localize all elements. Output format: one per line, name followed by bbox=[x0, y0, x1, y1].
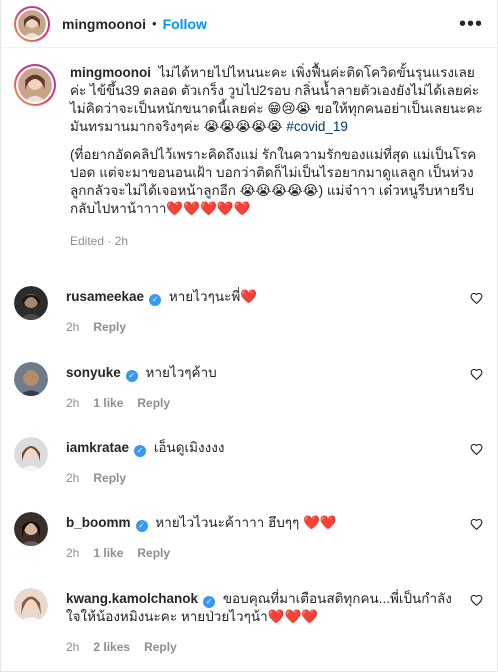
verified-badge-icon: ✓ bbox=[135, 520, 148, 532]
comment-item: iamkratae ✓ เอ็นดูเมิงงงง 2h Reply bbox=[1, 437, 497, 487]
comment-text: หายไวไวนะค้าาาา ฮึบๆๆ ❤️❤️ bbox=[155, 515, 337, 530]
comment-time: 2h bbox=[66, 546, 80, 560]
comment-time: 2h bbox=[66, 471, 80, 485]
like-heart-icon[interactable] bbox=[470, 292, 483, 305]
likes-count[interactable]: 1 like bbox=[93, 394, 123, 412]
header-separator: • bbox=[152, 16, 157, 31]
commenter-avatar[interactable] bbox=[14, 512, 48, 546]
more-options-icon[interactable]: ••• bbox=[459, 14, 483, 34]
commenter-avatar[interactable] bbox=[14, 588, 48, 622]
reply-button[interactable]: Reply bbox=[137, 394, 170, 412]
comment-username[interactable]: iamkratae bbox=[66, 440, 129, 455]
like-heart-icon[interactable] bbox=[470, 443, 483, 456]
caption: mingmoonoi ไม่ได้หายไปไหนนะคะ เพิ่งฟื้นค… bbox=[1, 48, 497, 250]
header-username[interactable]: mingmoonoi bbox=[62, 16, 146, 32]
caption-avatar[interactable] bbox=[18, 68, 52, 102]
comment-item: kwang.kamolchanok ✓ ขอบคุณที่มาเตือนสติทุ… bbox=[1, 588, 497, 656]
comment-username[interactable]: sonyuke bbox=[66, 365, 121, 380]
comment-meta: 2h Reply bbox=[66, 318, 455, 336]
comment-text: หายไวๆค้าบ bbox=[145, 365, 217, 380]
comment-meta: 2h Reply bbox=[66, 469, 455, 487]
comment-item: rusameekae ✓ หายไวๆนะพี่❤️ 2h Reply bbox=[1, 286, 497, 336]
comment-body: sonyuke ✓ หายไวๆค้าบ 2h 1 like Reply bbox=[66, 362, 483, 412]
verified-badge-icon: ✓ bbox=[134, 445, 147, 457]
likes-count[interactable]: 2 likes bbox=[93, 638, 130, 656]
comment-body: rusameekae ✓ หายไวๆนะพี่❤️ 2h Reply bbox=[66, 286, 483, 336]
edited-timestamp: Edited · 2h bbox=[70, 234, 129, 248]
commenter-avatar[interactable] bbox=[14, 437, 48, 471]
comment-item: sonyuke ✓ หายไวๆค้าบ 2h 1 like Reply bbox=[1, 362, 497, 412]
comment-body: iamkratae ✓ เอ็นดูเมิงงงง 2h Reply bbox=[66, 437, 483, 487]
like-heart-icon[interactable] bbox=[470, 518, 483, 531]
follow-button[interactable]: Follow bbox=[163, 16, 207, 32]
comment-username[interactable]: rusameekae bbox=[66, 289, 144, 304]
post-panel: mingmoonoi • Follow ••• mingmoonoi ไม่ได… bbox=[0, 0, 498, 672]
comment-time: 2h bbox=[66, 396, 80, 410]
like-heart-icon[interactable] bbox=[470, 594, 483, 607]
comment-meta: 2h 2 likes Reply bbox=[66, 638, 455, 656]
commenter-avatar[interactable] bbox=[14, 286, 48, 320]
comment-time: 2h bbox=[66, 320, 80, 334]
like-heart-icon[interactable] bbox=[470, 368, 483, 381]
comment-meta: 2h 1 like Reply bbox=[66, 394, 455, 412]
story-ring[interactable] bbox=[14, 5, 50, 42]
comment-text: หายไวๆนะพี่❤️ bbox=[168, 289, 258, 304]
likes-count[interactable]: 1 like bbox=[93, 544, 123, 562]
caption-paragraph-2: (ที่อยากอัดคลิปไว้เพราะคิดถึงแม่ รักในคว… bbox=[70, 147, 477, 216]
hashtag-link[interactable]: #covid_19 bbox=[286, 119, 348, 134]
comment-meta: 2h 1 like Reply bbox=[66, 544, 455, 562]
reply-button[interactable]: Reply bbox=[93, 469, 126, 487]
comment-body: kwang.kamolchanok ✓ ขอบคุณที่มาเตือนสติทุ… bbox=[66, 588, 483, 656]
comment-text: เอ็นดูเมิงงงง bbox=[153, 440, 225, 455]
comment-time: 2h bbox=[66, 640, 80, 654]
caption-body: mingmoonoi ไม่ได้หายไปไหนนะคะ เพิ่งฟื้นค… bbox=[70, 64, 483, 250]
caption-username[interactable]: mingmoonoi bbox=[70, 65, 151, 80]
comment-item: b_boomm ✓ หายไวไวนะค้าาาา ฮึบๆๆ ❤️❤️ 2h 1… bbox=[1, 512, 497, 562]
reply-button[interactable]: Reply bbox=[144, 638, 177, 656]
verified-badge-icon: ✓ bbox=[203, 596, 216, 608]
commenter-avatar[interactable] bbox=[14, 362, 48, 396]
comment-username[interactable]: kwang.kamolchanok bbox=[66, 591, 198, 606]
comment-body: b_boomm ✓ หายไวไวนะค้าาาา ฮึบๆๆ ❤️❤️ 2h 1… bbox=[66, 512, 483, 562]
caption-story-ring[interactable] bbox=[14, 64, 56, 106]
comment-username[interactable]: b_boomm bbox=[66, 515, 131, 530]
author-avatar[interactable] bbox=[18, 9, 46, 38]
reply-button[interactable]: Reply bbox=[93, 318, 126, 336]
post-header: mingmoonoi • Follow ••• bbox=[1, 0, 497, 48]
verified-badge-icon: ✓ bbox=[125, 370, 138, 382]
reply-button[interactable]: Reply bbox=[137, 544, 170, 562]
verified-badge-icon: ✓ bbox=[149, 294, 162, 306]
caption-meta: Edited · 2h bbox=[70, 232, 483, 250]
